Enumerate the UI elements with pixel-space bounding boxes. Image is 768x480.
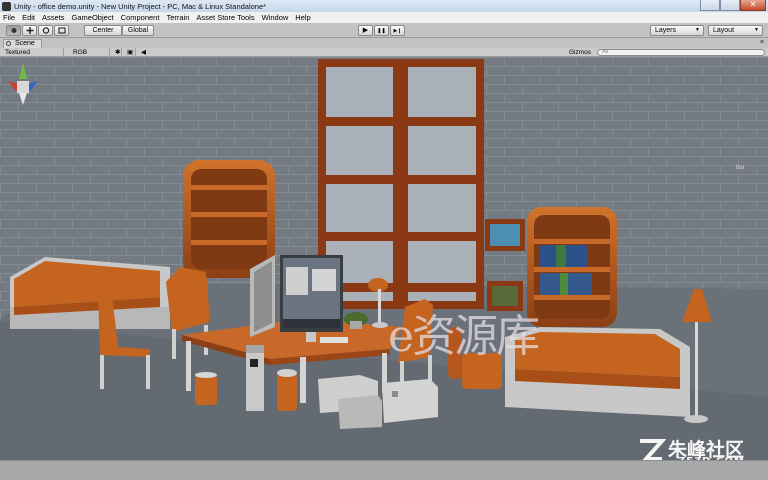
- menu-edit[interactable]: Edit: [22, 13, 35, 22]
- pivot-label: Center: [92, 27, 114, 34]
- layers-dropdown[interactable]: Layers ▼: [650, 25, 704, 36]
- scene-tab-label: Scene: [14, 40, 35, 47]
- layout-label: Layout: [713, 27, 735, 34]
- rotate-tool-icon: [42, 26, 49, 34]
- layers-label: Layers: [655, 27, 677, 34]
- audio-toggle[interactable]: ◀: [138, 48, 150, 57]
- step-icon: ▶❙: [393, 28, 402, 34]
- menu-gameobject[interactable]: GameObject: [72, 13, 114, 22]
- monitor-side: [250, 255, 275, 337]
- scene-viewport[interactable]: Iso e资源库: [0, 57, 768, 460]
- space-label: Global: [127, 27, 149, 34]
- scale-tool-button[interactable]: [54, 25, 69, 36]
- window-title: Unity - office demo.unity - New Unity Pr…: [14, 1, 267, 11]
- scene-tab[interactable]: Scene: [3, 39, 42, 48]
- hand-tool-button[interactable]: [6, 25, 21, 36]
- scene-search-input[interactable]: All: [597, 49, 765, 56]
- play-icon: ▶: [362, 27, 369, 34]
- rotate-tool-button[interactable]: [38, 25, 53, 36]
- gizmos-dropdown[interactable]: Gizmos: [566, 48, 596, 57]
- pivot-global-toggle[interactable]: Global: [122, 25, 154, 36]
- scene-controls: Textured RGB ✱ ▣ ◀ Gizmos All: [0, 48, 768, 57]
- orientation-gizmo[interactable]: [0, 57, 46, 117]
- monitor-main: [280, 255, 343, 342]
- sofa-left: [10, 257, 170, 329]
- keyboard: [320, 337, 348, 343]
- gizmos-label: Gizmos: [569, 49, 592, 56]
- menu-component[interactable]: Component: [121, 13, 160, 22]
- watermark-center: e资源库: [388, 311, 540, 362]
- maximize-button[interactable]: [720, 0, 740, 11]
- trash-bin-2: [277, 369, 297, 411]
- pause-icon: ❚❚: [377, 28, 386, 34]
- scene-render: [0, 57, 768, 460]
- render-mode-dropdown[interactable]: Textured: [2, 48, 64, 57]
- bookshelf-right: [527, 207, 617, 327]
- close-icon: ✕: [749, 0, 757, 9]
- play-button[interactable]: ▶: [358, 25, 373, 36]
- wireframe-icon: ✱: [115, 49, 121, 56]
- pause-button[interactable]: ❚❚: [374, 25, 389, 36]
- close-button[interactable]: ✕: [740, 0, 766, 11]
- menu-file[interactable]: File: [3, 13, 15, 22]
- scale-tool-icon: [57, 27, 66, 34]
- menu-bar: File Edit Assets GameObject Component Te…: [0, 12, 768, 23]
- move-tool-icon: [26, 26, 33, 34]
- minimize-button[interactable]: [700, 0, 720, 11]
- menu-window[interactable]: Window: [262, 13, 289, 22]
- step-button[interactable]: ▶❙: [390, 25, 405, 36]
- main-toolbar: Center Global ▶ ❚❚ ▶❙ Layers ▼ Layout ▼: [0, 23, 768, 38]
- scene-tab-icon: [6, 40, 11, 46]
- speaker-icon: ◀: [141, 49, 146, 56]
- menu-help[interactable]: Help: [295, 13, 310, 22]
- scene-tab-row: Scene ≡: [0, 38, 768, 48]
- wireframe-toggle[interactable]: ✱: [112, 48, 122, 57]
- color-mode-label: RGB: [73, 49, 88, 56]
- chevron-down-icon: ▼: [695, 27, 700, 33]
- menu-asset-store-tools[interactable]: Asset Store Tools: [196, 13, 254, 22]
- menu-terrain[interactable]: Terrain: [166, 13, 189, 22]
- projection-label[interactable]: Iso: [736, 165, 744, 171]
- menu-assets[interactable]: Assets: [42, 13, 65, 22]
- image-icon: ▣: [127, 49, 134, 56]
- color-mode-dropdown[interactable]: RGB: [70, 48, 110, 57]
- tab-menu-icon[interactable]: ≡: [760, 39, 764, 46]
- layout-dropdown[interactable]: Layout ▼: [708, 25, 763, 36]
- search-placeholder: All: [602, 49, 609, 55]
- status-bar: [0, 460, 768, 480]
- title-bar: Unity - office demo.unity - New Unity Pr…: [0, 0, 768, 12]
- bookshelf-left: [183, 160, 275, 278]
- computer-tower: [246, 345, 264, 411]
- trash-bin-1: [195, 372, 217, 405]
- unity-app-icon: [2, 1, 11, 11]
- move-tool-button[interactable]: [22, 25, 37, 36]
- render-mode-label: Textured: [5, 49, 30, 56]
- hand-tool-icon: [11, 27, 16, 33]
- lighting-toggle[interactable]: ▣: [124, 48, 136, 57]
- chevron-down-icon: ▼: [754, 27, 759, 33]
- pivot-center-toggle[interactable]: Center: [84, 25, 122, 36]
